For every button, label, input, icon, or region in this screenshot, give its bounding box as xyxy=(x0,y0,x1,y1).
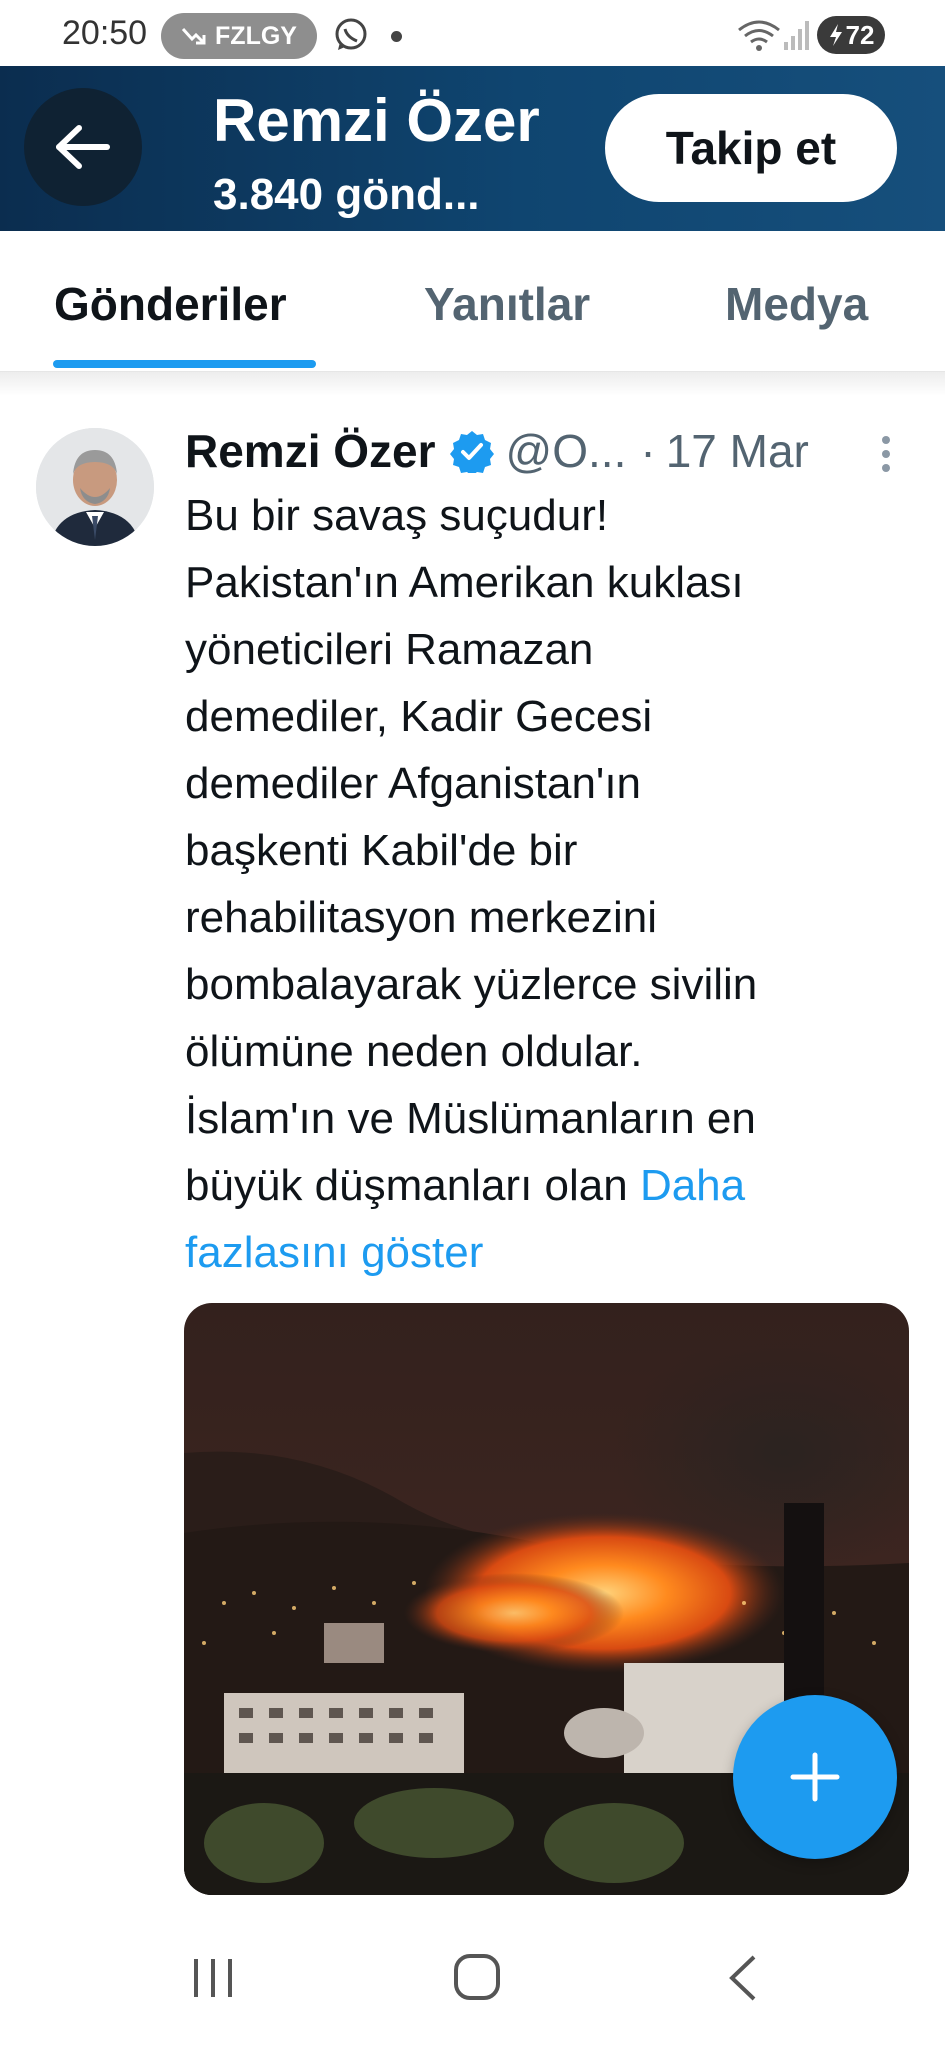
tweet-header: Remzi Özer @O... · 17 Mar xyxy=(185,418,915,484)
notification-pill: FZLGY xyxy=(161,13,317,59)
post-count: 3.840 gönd... xyxy=(213,170,480,219)
arrow-left-icon xyxy=(56,125,110,169)
tweet-line: yöneticileri Ramazan xyxy=(185,625,594,674)
tab-media[interactable]: Medya xyxy=(725,277,868,331)
tweet-line: demediler Afganistan'ın xyxy=(185,759,642,808)
signal-icon xyxy=(784,21,809,50)
notification-label: FZLGY xyxy=(215,21,297,50)
tweet-line: Bu bir savaş suçudur! xyxy=(185,491,609,540)
profile-tabs: Gönderiler Yanıtlar Medya xyxy=(0,231,945,372)
plus-icon xyxy=(790,1752,840,1802)
battery-charging-icon xyxy=(829,24,842,46)
trend-arrow-icon xyxy=(181,27,206,45)
tweet-line: ölümüne neden oldular. xyxy=(185,1027,643,1076)
tweet-line-last: büyük düşmanları olan Daha fazlasını gös… xyxy=(185,1152,905,1286)
tweet-handle[interactable]: @O... xyxy=(506,424,627,478)
recent-apps-icon[interactable] xyxy=(190,1955,236,2001)
tweet-line: bombalayarak yüzlerce sivilin xyxy=(185,960,758,1009)
tabs-divider xyxy=(0,372,945,396)
notification-dot xyxy=(391,31,402,42)
tab-replies[interactable]: Yanıtlar xyxy=(424,277,590,331)
back-button[interactable] xyxy=(24,88,142,206)
avatar[interactable] xyxy=(36,428,154,546)
avatar-image xyxy=(36,428,154,546)
verified-badge-icon xyxy=(449,431,494,473)
home-icon[interactable] xyxy=(452,1952,502,2002)
tweet-line: İslam'ın ve Müslümanların en xyxy=(185,1094,756,1143)
tweet-line: rehabilitasyon merkezini xyxy=(185,893,657,942)
wifi-icon xyxy=(738,20,780,51)
battery-level: 72 xyxy=(845,19,875,50)
status-bar: 20:50 FZLGY 72 xyxy=(0,0,945,66)
tweet-line: büyük düşmanları olan xyxy=(185,1161,640,1210)
tweet-line: demediler, Kadir Gecesi xyxy=(185,692,653,741)
more-options-icon[interactable] xyxy=(876,432,896,476)
compose-button[interactable] xyxy=(733,1695,897,1859)
tweet-author-name[interactable]: Remzi Özer xyxy=(185,424,436,478)
follow-button[interactable]: Takip et xyxy=(605,94,897,202)
tweet-date[interactable]: 17 Mar xyxy=(666,424,809,478)
tweet-line: başkenti Kabil'de bir xyxy=(185,826,578,875)
back-nav-icon[interactable] xyxy=(724,1953,760,2003)
profile-header: Remzi Özer 3.840 gönd... Takip et xyxy=(0,66,945,231)
tweet-line: Pakistan'ın Amerikan kuklası xyxy=(185,558,744,607)
tweet-text[interactable]: Bu bir savaş suçudur! Pakistan'ın Amerik… xyxy=(185,482,905,1286)
tweet-separator: · xyxy=(640,425,656,477)
battery-indicator: 72 xyxy=(817,16,885,54)
profile-name: Remzi Özer xyxy=(213,87,540,154)
whatsapp-icon xyxy=(335,18,367,50)
active-tab-indicator xyxy=(53,360,316,368)
tab-posts[interactable]: Gönderiler xyxy=(54,277,287,331)
status-time: 20:50 xyxy=(62,14,148,52)
